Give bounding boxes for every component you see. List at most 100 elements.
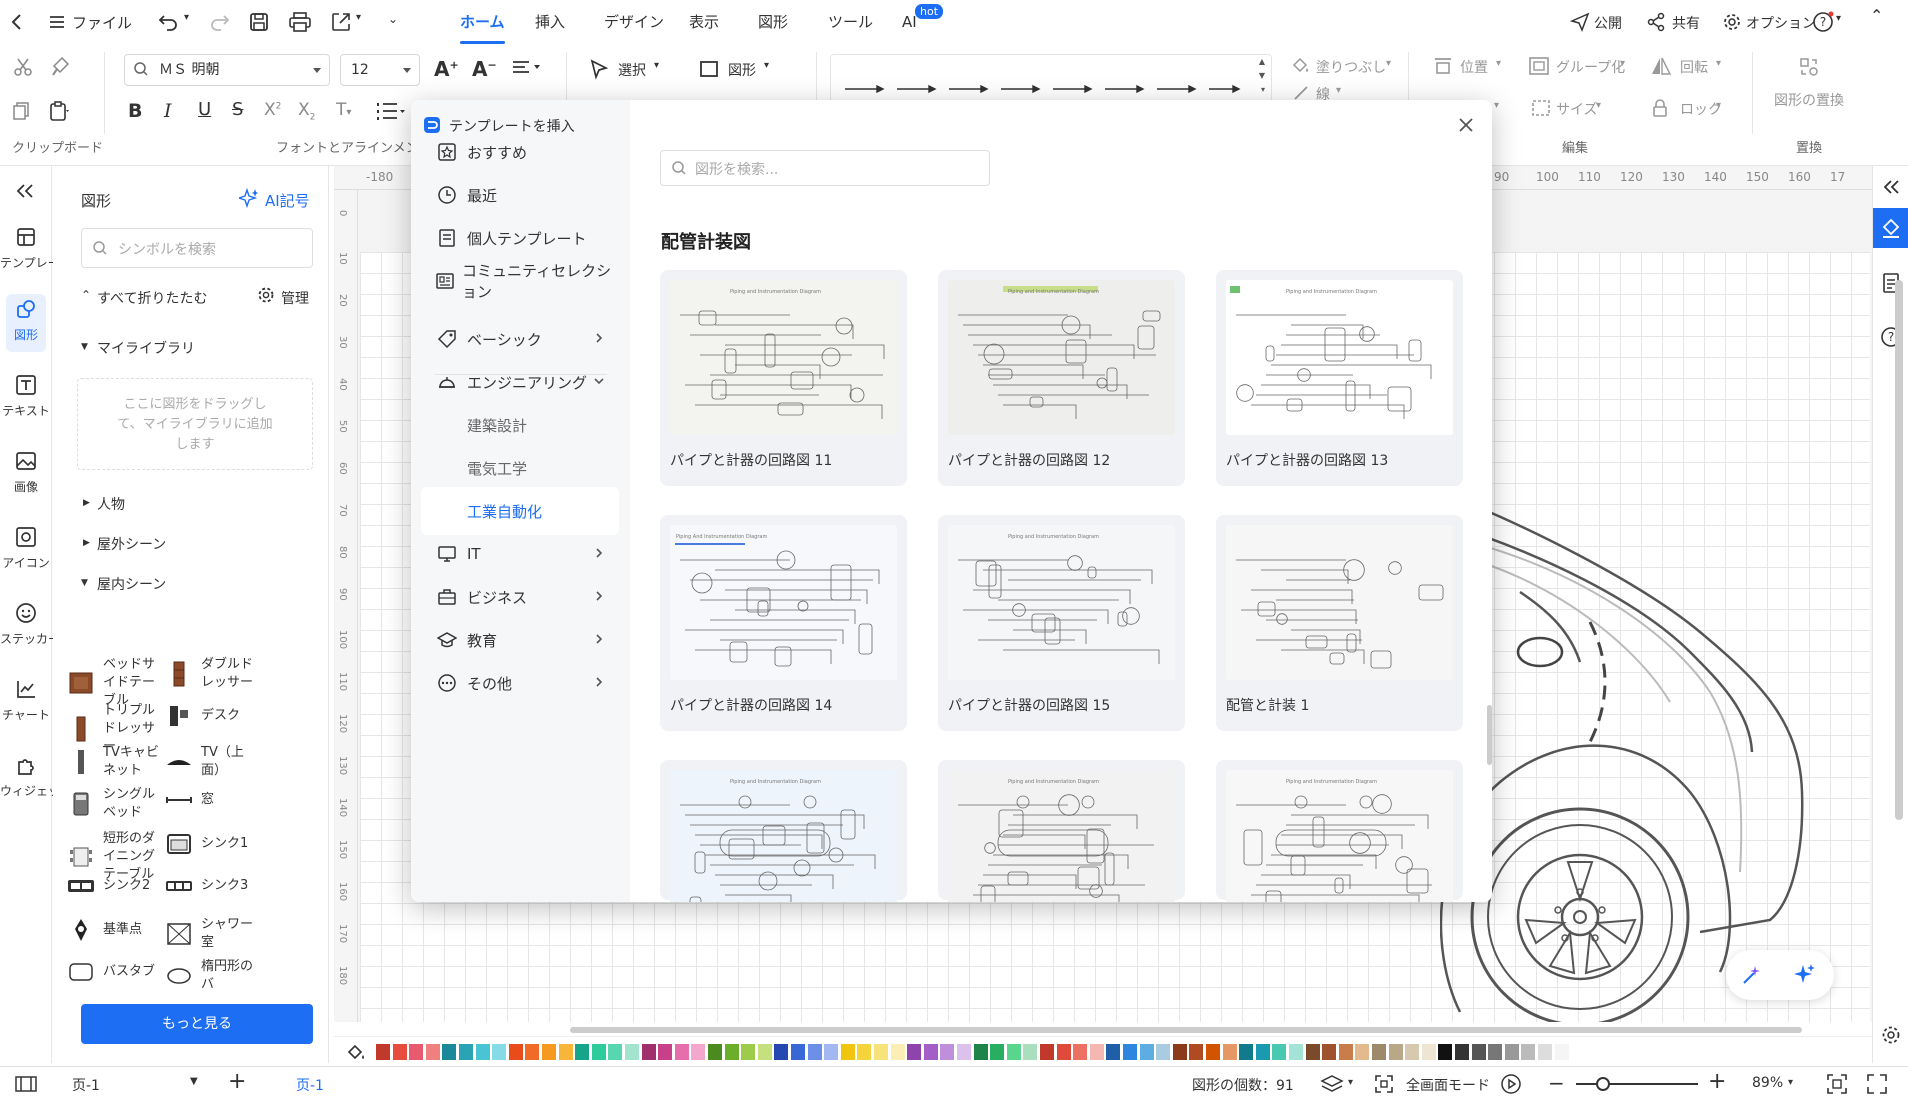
color-swatch[interactable]	[1106, 1044, 1121, 1060]
gear-icon[interactable]	[1722, 12, 1742, 32]
color-swatch[interactable]	[508, 1044, 523, 1060]
undo-icon[interactable]	[158, 12, 180, 32]
gallery-up-icon[interactable]: ▲	[1259, 57, 1265, 66]
color-swatch[interactable]	[724, 1044, 739, 1060]
color-swatch[interactable]	[492, 1044, 507, 1060]
collapse-all-icon[interactable]: ⌃	[81, 288, 91, 302]
dialog-scrollbar[interactable]	[1487, 705, 1492, 765]
shape-item[interactable]: 楕円形のバ	[165, 958, 261, 994]
share-button[interactable]: 共有	[1672, 13, 1700, 33]
color-swatch[interactable]	[1405, 1044, 1420, 1060]
shape-button[interactable]: 図形	[728, 60, 756, 80]
color-swatch[interactable]	[475, 1044, 490, 1060]
symbol-search-input[interactable]: シンボルを検索	[81, 228, 313, 268]
color-swatch[interactable]	[1156, 1044, 1171, 1060]
hamburger-icon[interactable]	[48, 13, 66, 31]
color-swatch[interactable]	[575, 1044, 590, 1060]
color-swatch[interactable]	[1355, 1044, 1370, 1060]
zoom-out-icon[interactable]: −	[1548, 1071, 1565, 1095]
my-library-header[interactable]: マイライブラリ	[97, 338, 195, 358]
color-swatch[interactable]	[708, 1044, 722, 1060]
my-library-dropzone[interactable]: ここに図形をドラッグして、マイライブラリに追加します	[77, 378, 313, 470]
list-icon[interactable]	[376, 102, 406, 120]
shape-item[interactable]: TVキャビネット	[67, 744, 163, 780]
zoom-in-icon[interactable]: +	[1708, 1069, 1726, 1094]
color-swatch[interactable]	[1372, 1044, 1386, 1060]
color-swatch[interactable]	[608, 1044, 623, 1060]
template-category-item[interactable]: 教育	[421, 616, 619, 664]
group-button[interactable]: グループ化	[1556, 57, 1625, 77]
position-icon[interactable]	[1432, 56, 1454, 76]
format-painter-icon[interactable]	[50, 56, 72, 78]
color-swatch[interactable]	[923, 1044, 938, 1060]
rail-stickers[interactable]: ステッカー	[0, 598, 60, 647]
template-category-item[interactable]: その他	[421, 659, 619, 707]
layers-icon[interactable]	[1320, 1073, 1344, 1095]
replace-shape-icon[interactable]	[1798, 56, 1820, 78]
template-card[interactable]: Piping and Instrumentation Diagram	[938, 760, 1185, 902]
expand-triangle-icon[interactable]: ▼	[81, 342, 88, 352]
template-category-item[interactable]: 個人テンプレート	[421, 214, 619, 262]
color-swatch[interactable]	[641, 1044, 656, 1060]
template-card[interactable]: Piping and Instrumentation Diagram パイプと計器…	[660, 270, 907, 486]
file-menu[interactable]: ファイル	[72, 12, 132, 33]
color-swatch[interactable]	[1056, 1044, 1071, 1060]
color-swatch[interactable]	[1239, 1044, 1254, 1060]
color-swatch[interactable]	[1023, 1044, 1038, 1060]
template-card[interactable]: Piping and Instrumentation Diagram	[660, 760, 907, 902]
export-dropdown-icon[interactable]: ▾	[356, 12, 361, 23]
group-icon[interactable]	[1528, 56, 1550, 76]
vertical-scrollbar[interactable]	[1895, 280, 1903, 820]
redo-icon[interactable]	[208, 12, 230, 32]
color-swatch[interactable]	[1073, 1044, 1088, 1060]
share-icon[interactable]	[1646, 12, 1666, 32]
color-swatch[interactable]	[1123, 1044, 1137, 1060]
color-swatch[interactable]	[525, 1044, 540, 1060]
color-swatch[interactable]	[1488, 1044, 1503, 1060]
font-family-select[interactable]: ＭＳ 明朝	[124, 54, 330, 86]
select-pointer-icon[interactable]	[588, 58, 610, 80]
line-style-gallery[interactable]: ▲ ▼ ▾	[830, 54, 1272, 102]
zoom-level[interactable]: 89%	[1752, 1075, 1783, 1091]
gear-icon[interactable]	[257, 286, 275, 304]
color-swatch[interactable]	[757, 1044, 772, 1060]
position-button[interactable]: 位置	[1460, 57, 1488, 77]
format-panel-tab[interactable]	[1873, 208, 1908, 248]
color-swatch[interactable]	[1006, 1044, 1021, 1060]
horizontal-scrollbar[interactable]	[570, 1027, 1802, 1033]
tab-design[interactable]: デザイン	[604, 0, 664, 44]
print-icon[interactable]	[288, 11, 312, 33]
color-swatch[interactable]	[442, 1044, 457, 1060]
template-card[interactable]: Piping and Instrumentation Diagram パイプと計器…	[938, 270, 1185, 486]
template-category-item[interactable]: 電気工学	[421, 444, 619, 492]
color-swatch[interactable]	[591, 1044, 606, 1060]
color-swatch[interactable]	[658, 1044, 673, 1060]
template-card[interactable]: Piping and Instrumentation Diagram パイプと計器…	[938, 515, 1185, 731]
publish-button[interactable]: 公開	[1594, 13, 1622, 33]
align-text-icon[interactable]	[512, 59, 542, 75]
section-outdoor[interactable]: 屋外シーン	[97, 534, 166, 554]
tab-shapes[interactable]: 図形	[758, 0, 788, 44]
manage-button[interactable]: 管理	[281, 288, 309, 308]
color-swatch[interactable]	[973, 1044, 988, 1060]
collapse-all-button[interactable]: すべて折りたたむ	[97, 288, 207, 308]
tab-home[interactable]: ホーム	[460, 0, 505, 44]
page-layout-icon[interactable]	[14, 1075, 38, 1093]
select-button[interactable]: 選択	[618, 60, 646, 80]
color-swatch[interactable]	[674, 1044, 689, 1060]
bold-icon[interactable]: B	[128, 100, 142, 122]
color-swatch[interactable]	[1289, 1044, 1303, 1060]
color-swatch[interactable]	[824, 1044, 839, 1060]
font-size-select[interactable]: 12	[340, 54, 420, 86]
color-swatch[interactable]	[425, 1044, 440, 1060]
subscript-icon[interactable]: X2	[298, 100, 315, 122]
collapse-ribbon-icon[interactable]: ⌃	[1870, 6, 1883, 25]
add-page-icon[interactable]: +	[228, 1069, 246, 1094]
select-dropdown-icon[interactable]: ▾	[654, 60, 659, 71]
strikethrough-icon[interactable]: S	[232, 99, 243, 120]
color-swatch[interactable]	[741, 1044, 756, 1060]
save-icon[interactable]	[248, 11, 270, 33]
shape-item[interactable]: シングルベッド	[67, 786, 163, 822]
color-swatch[interactable]	[542, 1044, 556, 1060]
shape-item[interactable]: バスタブ	[67, 958, 163, 986]
